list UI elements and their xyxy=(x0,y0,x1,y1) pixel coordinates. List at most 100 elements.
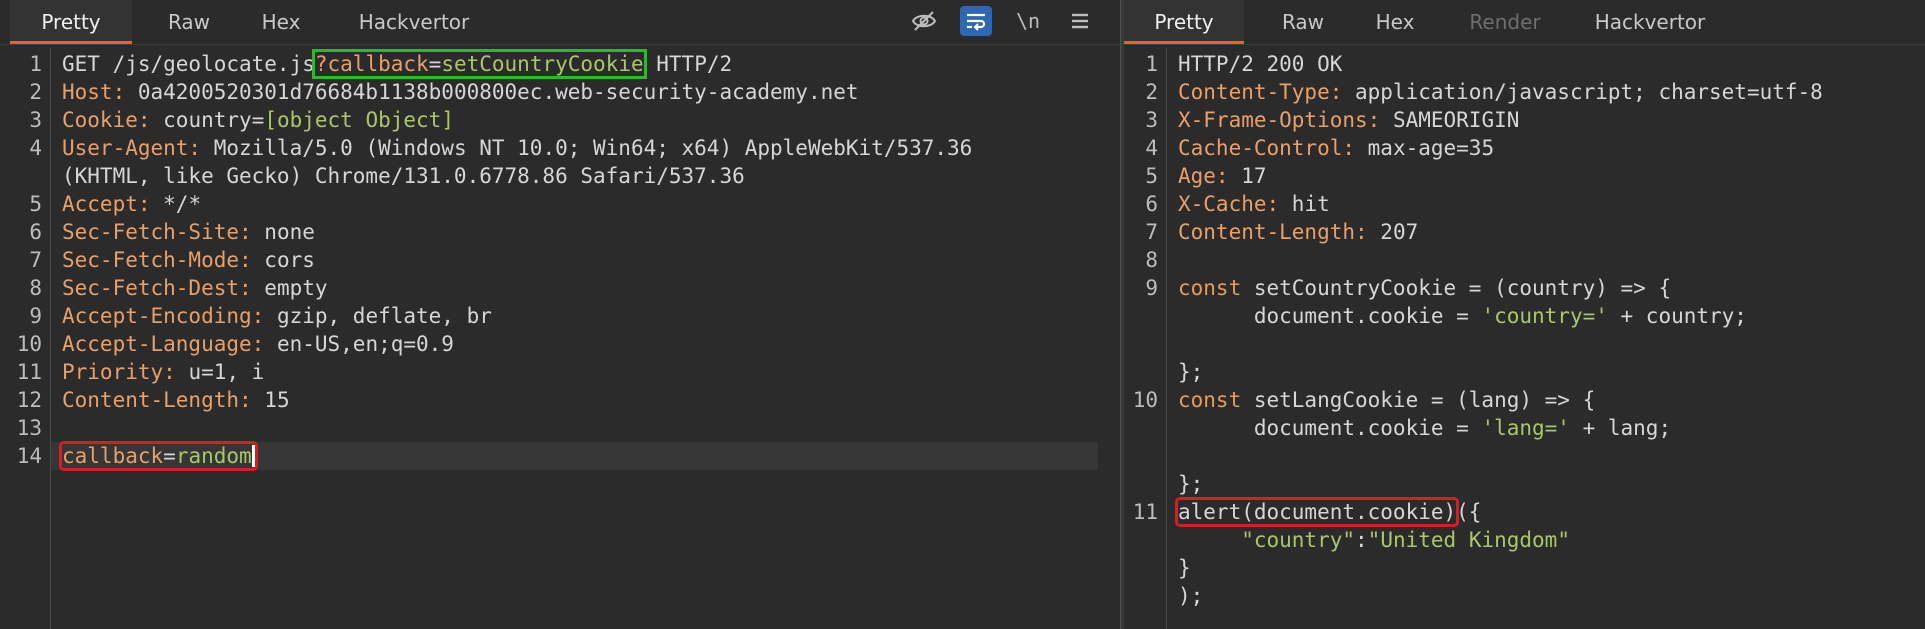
line-number: 9 xyxy=(1145,276,1158,300)
header-line-wrapped: (KHTML, like Gecko) Chrome/131.0.6778.86… xyxy=(62,162,745,190)
js-code: setCountryCookie = (country) => { xyxy=(1241,276,1672,300)
header-key: User-Agent: xyxy=(62,136,202,160)
header-key: Content-Length: xyxy=(1178,220,1368,244)
code-line: } xyxy=(1178,554,1191,582)
request-editor[interactable]: 1 2 3 4 5 6 7 8 9 10 11 12 13 14 GET /js… xyxy=(0,48,1120,629)
callback-param-highlight: ?callback=setCountryCookie xyxy=(311,49,647,79)
cookie-value: [object Object] xyxy=(264,108,454,132)
header-line: User-Agent: Mozilla/5.0 (Windows NT 10.0… xyxy=(62,134,972,162)
line-number: 5 xyxy=(29,192,42,216)
js-keyword: const xyxy=(1178,388,1242,412)
json-key: "country" xyxy=(1178,528,1356,552)
header-key: Sec-Fetch-Dest: xyxy=(62,276,252,300)
response-tabbar: Pretty Raw Hex Render Hackvertor xyxy=(1124,0,1925,45)
request-protocol: HTTP/2 xyxy=(643,52,733,76)
line-number: 12 xyxy=(16,388,42,412)
js-code: }; xyxy=(1178,472,1204,496)
line-number: 7 xyxy=(1145,220,1158,244)
header-value: 207 xyxy=(1367,220,1419,244)
alert-call-highlight: alert(document.cookie) xyxy=(1174,497,1460,527)
header-value: en-US,en;q=0.9 xyxy=(264,332,454,356)
header-value: empty xyxy=(251,276,328,300)
header-value: hit xyxy=(1279,192,1330,216)
header-value: (KHTML, like Gecko) Chrome/131.0.6778.86… xyxy=(62,164,745,188)
response-line-gutter: 1 2 3 4 5 6 7 8 9 10 11 xyxy=(1124,48,1167,629)
header-key: Accept-Language: xyxy=(62,332,265,356)
code-line: }; xyxy=(1178,470,1203,498)
header-line: Host: 0a4200520301d76684b1138b000800ec.w… xyxy=(62,78,859,106)
line-number: 14 xyxy=(16,444,42,468)
line-number: 5 xyxy=(1145,164,1158,188)
json-value: "United Kingdom" xyxy=(1367,528,1570,552)
js-code: } xyxy=(1178,556,1191,580)
response-tab-raw[interactable]: Raw xyxy=(1260,0,1346,44)
js-string: 'country=' xyxy=(1481,304,1608,328)
line-number: 3 xyxy=(29,108,42,132)
response-pane: Pretty Raw Hex Render Hackvertor 1 2 3 4… xyxy=(1124,0,1925,629)
request-line-gutter: 1 2 3 4 5 6 7 8 9 10 11 12 13 14 xyxy=(0,48,51,629)
line-number: 10 xyxy=(1132,388,1158,412)
response-tab-render[interactable]: Render xyxy=(1450,0,1560,44)
code-line: const setCountryCookie = (country) => { xyxy=(1178,274,1671,302)
js-string: 'lang=' xyxy=(1481,416,1570,440)
code-line: "country":"United Kingdom" xyxy=(1178,526,1570,554)
header-key: Sec-Fetch-Mode: xyxy=(62,248,252,272)
response-code: HTTP/2 200 OK Content-Type: application/… xyxy=(1174,48,1925,629)
header-value: application/javascript; charset=utf-8 xyxy=(1342,80,1823,104)
header-value: u=1, i xyxy=(175,360,265,384)
header-value: 15 xyxy=(251,388,290,412)
header-value: cors xyxy=(251,248,315,272)
code-line: alert(document.cookie)({ xyxy=(1174,497,1482,527)
header-key: X-Cache: xyxy=(1178,192,1280,216)
header-key: Content-Length: xyxy=(62,388,252,412)
body-key: callback xyxy=(62,444,164,468)
header-key: Age: xyxy=(1178,164,1229,188)
request-tab-hex[interactable]: Hex xyxy=(246,0,316,44)
request-tab-hackvertor[interactable]: Hackvertor xyxy=(344,0,484,44)
line-number: 8 xyxy=(29,276,42,300)
request-tab-raw[interactable]: Raw xyxy=(146,0,232,44)
header-line: Sec-Fetch-Dest: empty xyxy=(62,274,328,302)
request-body-line: callback=random xyxy=(59,441,258,471)
line-number: 10 xyxy=(16,332,42,356)
header-line: Age: 17 xyxy=(1178,162,1267,190)
js-code: document.cookie = xyxy=(1178,416,1482,440)
header-line: Accept-Language: en-US,en;q=0.9 xyxy=(62,330,454,358)
line-number: 3 xyxy=(1145,108,1158,132)
wrap-lines-icon[interactable] xyxy=(960,6,992,36)
line-number: 4 xyxy=(29,136,42,160)
header-value: */* xyxy=(150,192,202,216)
body-eq: = xyxy=(163,444,176,468)
newline-toggle-button[interactable]: \n xyxy=(1012,6,1044,36)
response-tab-pretty[interactable]: Pretty xyxy=(1124,0,1244,44)
js-code: ({ xyxy=(1456,500,1482,524)
request-tab-pretty[interactable]: Pretty xyxy=(10,0,132,44)
header-value: 17 xyxy=(1228,164,1267,188)
header-line: Cache-Control: max-age=35 xyxy=(1178,134,1494,162)
response-tab-hex[interactable]: Hex xyxy=(1360,0,1430,44)
response-tab-hackvertor[interactable]: Hackvertor xyxy=(1580,0,1720,44)
header-value: country= xyxy=(150,108,265,132)
hamburger-menu-icon[interactable] xyxy=(1064,6,1096,36)
code-line: document.cookie = 'country=' + country; xyxy=(1178,302,1747,330)
text-caret xyxy=(251,445,255,467)
header-line: Sec-Fetch-Mode: cors xyxy=(62,246,315,274)
js-call: alert(document.cookie) xyxy=(1178,500,1457,524)
js-code: document.cookie = xyxy=(1178,304,1482,328)
header-key: X-Frame-Options: xyxy=(1178,108,1381,132)
line-number: 11 xyxy=(1132,500,1158,524)
status-text: HTTP/2 200 OK xyxy=(1178,52,1343,76)
header-value: SAMEORIGIN xyxy=(1380,108,1520,132)
eye-slash-icon[interactable] xyxy=(908,6,940,36)
header-value: none xyxy=(251,220,315,244)
line-number: 4 xyxy=(1145,136,1158,160)
header-key: Content-Type: xyxy=(1178,80,1343,104)
header-key: Accept: xyxy=(62,192,151,216)
body-param-highlight: callback=random xyxy=(59,441,258,471)
line-number: 2 xyxy=(1145,80,1158,104)
line-number: 6 xyxy=(1145,192,1158,216)
header-line: Accept: */* xyxy=(62,190,201,218)
header-line: X-Frame-Options: SAMEORIGIN xyxy=(1178,106,1519,134)
header-value: 0a4200520301d76684b1138b000800ec.web-sec… xyxy=(125,80,859,104)
response-editor[interactable]: 1 2 3 4 5 6 7 8 9 10 11 HTTP/2 200 OK Co… xyxy=(1124,48,1925,629)
